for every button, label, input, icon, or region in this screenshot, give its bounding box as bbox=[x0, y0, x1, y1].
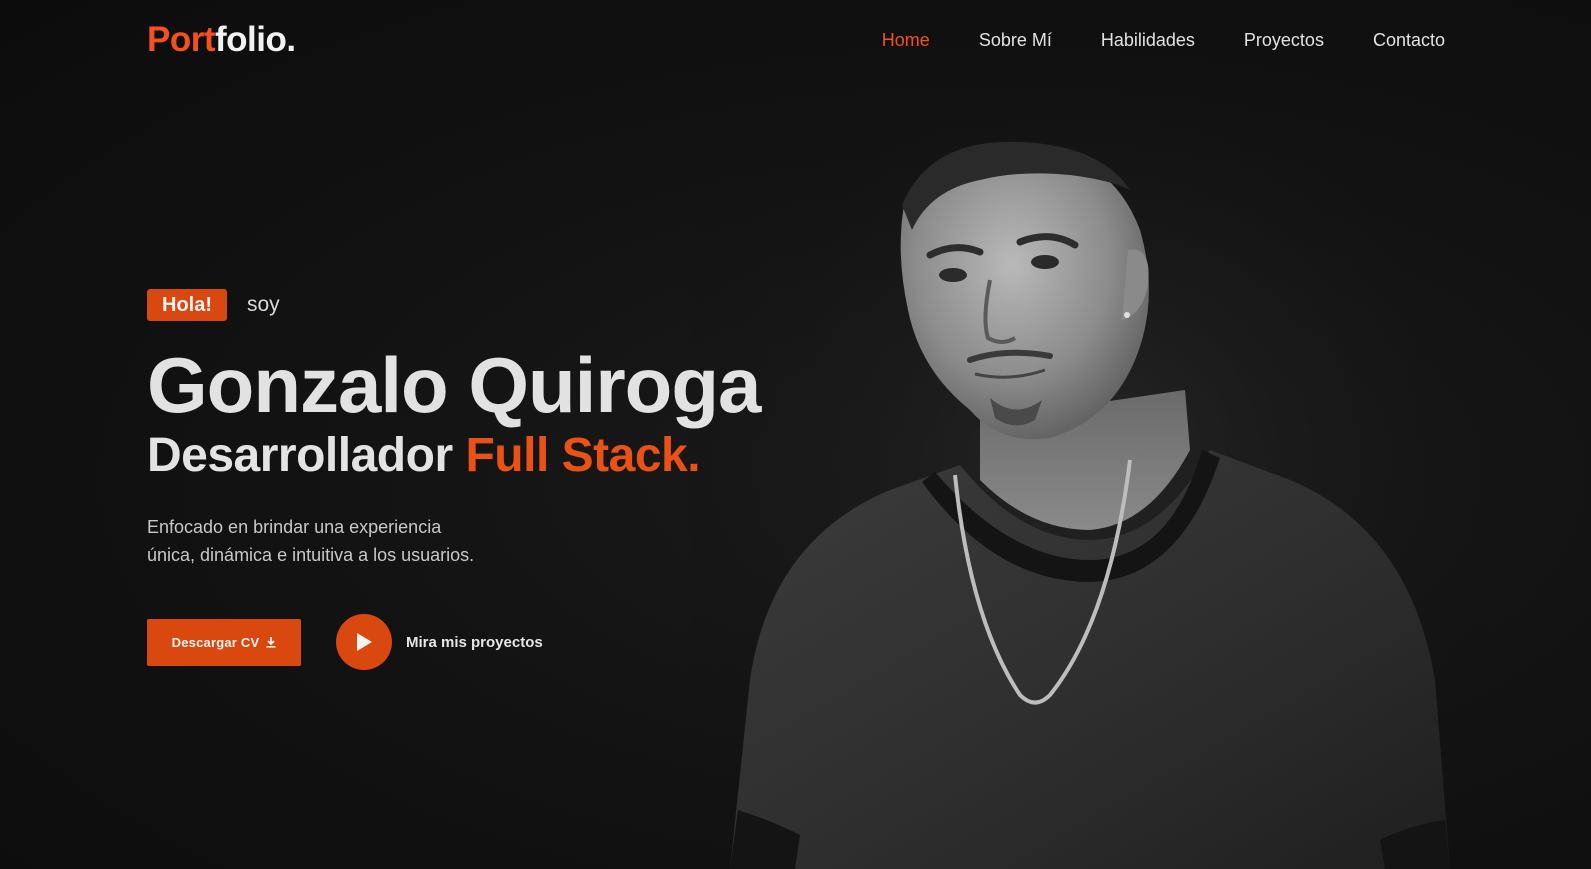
cta-row: Descargar CV Mira mis proyectos bbox=[147, 614, 867, 670]
role-prefix: Desarrollador bbox=[147, 429, 453, 482]
download-cv-button[interactable]: Descargar CV bbox=[147, 618, 301, 666]
greeting-row: Hola! soy bbox=[147, 289, 867, 321]
nav-contacto[interactable]: Contacto bbox=[1373, 29, 1445, 51]
nav-home[interactable]: Home bbox=[882, 29, 930, 51]
hero-description: Enfocado en brindar una experiencia únic… bbox=[147, 513, 547, 569]
logo[interactable]: Portfolio. bbox=[147, 20, 296, 60]
download-icon bbox=[266, 636, 276, 648]
description-line-1: Enfocado en brindar una experiencia bbox=[147, 517, 442, 537]
hero-role: Desarrollador Full Stack. bbox=[147, 429, 867, 483]
download-cv-label: Descargar CV bbox=[171, 634, 260, 650]
page: Portfolio. Home Sobre Mí Habilidades Pro… bbox=[0, 0, 1591, 869]
logo-text: folio. bbox=[215, 20, 296, 59]
navbar: Portfolio. Home Sobre Mí Habilidades Pro… bbox=[0, 0, 1591, 80]
nav-habilidades[interactable]: Habilidades bbox=[1101, 29, 1195, 51]
nav-links: Home Sobre Mí Habilidades Proyectos Cont… bbox=[882, 29, 1445, 51]
play-icon bbox=[357, 633, 372, 651]
logo-accent: Port bbox=[147, 20, 216, 59]
nav-sobre-mi[interactable]: Sobre Mí bbox=[979, 29, 1052, 51]
greeting-text: soy bbox=[247, 293, 280, 316]
play-button[interactable] bbox=[336, 614, 392, 670]
projects-link[interactable]: Mira mis proyectos bbox=[406, 634, 543, 651]
hero-section: Hola! soy Gonzalo Quiroga Desarrollador … bbox=[147, 289, 867, 670]
role-highlight: Full Stack. bbox=[465, 429, 701, 482]
hola-badge: Hola! bbox=[147, 289, 227, 321]
nav-proyectos[interactable]: Proyectos bbox=[1244, 29, 1324, 51]
description-line-2: única, dinámica e intuitiva a los usuari… bbox=[147, 545, 475, 565]
hero-name: Gonzalo Quiroga bbox=[147, 341, 761, 429]
